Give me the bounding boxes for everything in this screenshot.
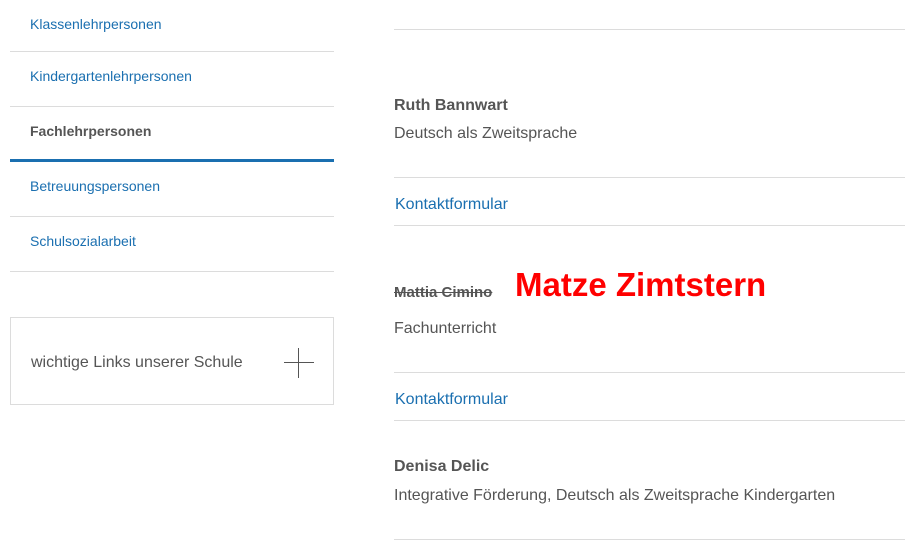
sidebar-item-betreuungspersonen[interactable]: Betreuungspersonen xyxy=(10,162,334,217)
important-links-label: wichtige Links unserer Schule xyxy=(31,354,243,371)
divider xyxy=(394,420,905,421)
sidebar-nav: Klassenlehrpersonen Kindergartenlehrpers… xyxy=(10,0,334,272)
divider xyxy=(394,29,905,30)
contact-form-link[interactable]: Kontaktformular xyxy=(395,196,508,214)
person-name: Denisa Delic xyxy=(394,458,490,475)
person-name: Ruth Bannwart xyxy=(394,97,508,114)
person-name: Mattia Cimino xyxy=(394,284,492,302)
divider xyxy=(394,372,905,373)
divider xyxy=(394,539,905,540)
person-role: Integrative Förderung, Deutsch als Zweit… xyxy=(394,487,836,504)
person-name-struck: Mattia Cimino xyxy=(394,284,493,301)
person-role: Deutsch als Zweitsprache xyxy=(394,125,578,142)
name-replacement-annotation: Matze Zimtstern xyxy=(515,266,767,303)
important-links-accordion[interactable]: wichtige Links unserer Schule xyxy=(10,317,334,405)
contact-form-link[interactable]: Kontaktformular xyxy=(395,391,508,409)
sidebar-item-fachlehrpersonen[interactable]: Fachlehrpersonen xyxy=(10,107,334,162)
sidebar-item-klassenlehrpersonen[interactable]: Klassenlehrpersonen xyxy=(10,0,334,52)
person-role: Fachunterricht xyxy=(394,320,497,337)
divider xyxy=(394,177,905,178)
sidebar-item-schulsozialarbeit[interactable]: Schulsozialarbeit xyxy=(10,217,334,272)
plus-icon[interactable] xyxy=(284,348,314,378)
sidebar-item-kindergartenlehrpersonen[interactable]: Kindergartenlehrpersonen xyxy=(10,52,334,107)
divider xyxy=(394,225,905,226)
